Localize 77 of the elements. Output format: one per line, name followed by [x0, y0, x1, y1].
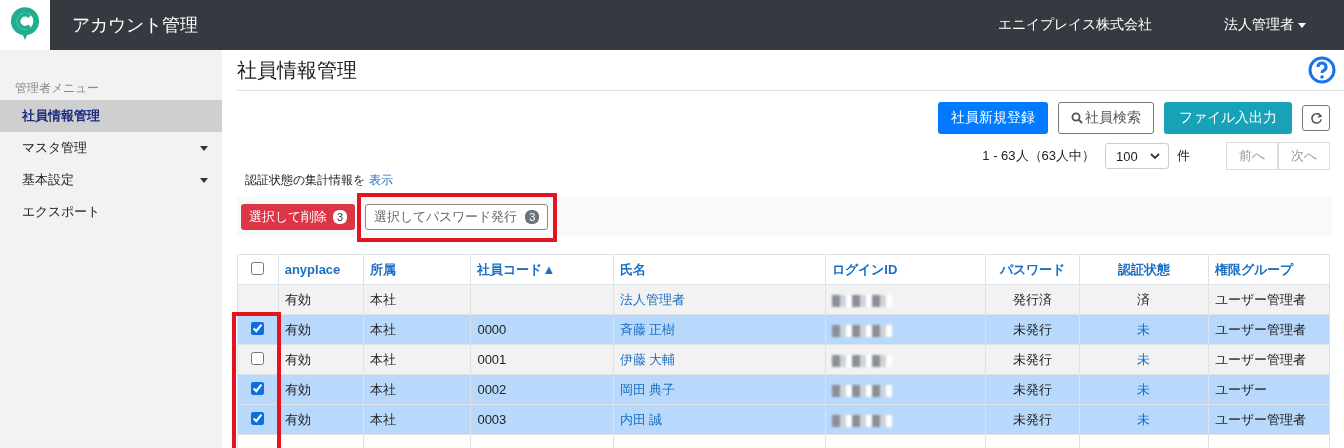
- table-cell: 有効: [284, 291, 311, 307]
- count-badge: 3: [525, 210, 540, 224]
- select-all-checkbox[interactable]: [251, 261, 265, 275]
- column-header[interactable]: 氏名: [619, 261, 646, 277]
- table-cell: 0003: [477, 412, 507, 427]
- refresh-icon: [1309, 111, 1323, 125]
- table-cell: ユーザー管理者: [1214, 291, 1306, 307]
- row-checkbox[interactable]: [251, 411, 265, 425]
- result-count: 1 - 63人（63人中）: [982, 147, 1095, 165]
- table-cell: ユーザー管理者: [1214, 411, 1306, 427]
- issue-password-button[interactable]: 選択してパスワード発行 3: [365, 204, 549, 230]
- table-cell: 済: [1137, 291, 1151, 307]
- delete-selected-button[interactable]: 選択して削除 3: [241, 204, 356, 230]
- table-cell: 未発行: [1013, 381, 1052, 397]
- next-page-button[interactable]: 次へ: [1278, 142, 1330, 170]
- table-cell: 本社: [369, 291, 396, 307]
- table-cell: 0002: [477, 382, 507, 397]
- table-cell: 未発行: [1013, 411, 1052, 427]
- refresh-button[interactable]: [1302, 105, 1330, 131]
- table-cell: 本社: [369, 381, 396, 397]
- table-cell: 未発行: [1013, 321, 1052, 337]
- employee-name-link[interactable]: 内田 誠: [619, 411, 663, 427]
- table-cell: 有効: [284, 321, 311, 337]
- previous-page-button[interactable]: 前へ: [1226, 142, 1278, 170]
- count-badge: 3: [333, 210, 348, 224]
- show-link[interactable]: 表示: [369, 172, 393, 189]
- redacted-placeholder: [832, 414, 893, 427]
- table-cell: ユーザー: [1214, 381, 1267, 397]
- table-cell: ユーザー管理者: [1214, 351, 1306, 367]
- table-cell: 本社: [369, 321, 396, 337]
- redacted-placeholder: [832, 294, 893, 307]
- help-icon[interactable]: [1308, 56, 1336, 84]
- chevron-down-icon: [1150, 152, 1160, 160]
- column-header[interactable]: 所属: [369, 261, 396, 277]
- row-checkbox[interactable]: [251, 321, 265, 335]
- employee-name-link[interactable]: 岡田 典子: [619, 381, 676, 397]
- auth-status-link[interactable]: 未: [1137, 381, 1151, 397]
- search-icon: [1071, 112, 1083, 124]
- table-cell: 発行済: [1013, 291, 1052, 307]
- sidebar-item[interactable]: 社員情報管理: [0, 100, 222, 132]
- app-title: アカウント管理: [72, 14, 198, 37]
- table-cell: 未発行: [1013, 351, 1052, 367]
- table-cell: ユーザー管理者: [1214, 321, 1306, 337]
- caret-icon: [200, 177, 208, 183]
- summary-text: 認証状態の集計情報を: [245, 172, 365, 189]
- page-title: 社員情報管理: [237, 57, 357, 83]
- caret-icon: [200, 145, 208, 151]
- auth-status-link[interactable]: 未: [1137, 411, 1151, 427]
- row-checkbox[interactable]: [251, 381, 265, 395]
- table-cell: 本社: [369, 411, 396, 427]
- user-menu[interactable]: 法人管理者: [1224, 16, 1306, 34]
- action-button[interactable]: 社員新規登録: [938, 102, 1048, 134]
- sidebar-item[interactable]: 基本設定: [0, 164, 222, 196]
- page-size-unit: 件: [1177, 147, 1190, 165]
- row-checkbox[interactable]: [251, 351, 265, 365]
- auth-status-link[interactable]: 未: [1137, 321, 1151, 337]
- sidebar-item[interactable]: エクスポート: [0, 196, 222, 228]
- redacted-placeholder: [832, 384, 893, 397]
- action-button[interactable]: ファイル入出力: [1164, 102, 1292, 134]
- sidebar-item[interactable]: マスタ管理: [0, 132, 222, 164]
- employee-name-link[interactable]: 斉藤 正樹: [619, 321, 676, 337]
- company-name: エニイプレイス株式会社: [998, 16, 1152, 34]
- employee-name-link[interactable]: 伊藤 大輔: [619, 351, 676, 367]
- table-cell: 0000: [477, 322, 507, 337]
- caret-icon: [1298, 22, 1306, 28]
- auth-status-link[interactable]: 未: [1137, 351, 1151, 367]
- table-cell: 有効: [284, 351, 311, 367]
- page-size-select[interactable]: 100: [1105, 143, 1169, 169]
- redacted-placeholder: [832, 324, 893, 337]
- table-cell: 有効: [284, 381, 311, 397]
- sidebar-section-label: 管理者メニュー: [14, 80, 100, 97]
- employee-name-link[interactable]: 法人管理者: [619, 291, 685, 307]
- table-cell: 有効: [284, 411, 311, 427]
- table-cell: 0001: [477, 352, 507, 367]
- redacted-placeholder: [832, 354, 893, 367]
- action-button[interactable]: 社員検索: [1058, 102, 1154, 134]
- table-cell: 本社: [369, 351, 396, 367]
